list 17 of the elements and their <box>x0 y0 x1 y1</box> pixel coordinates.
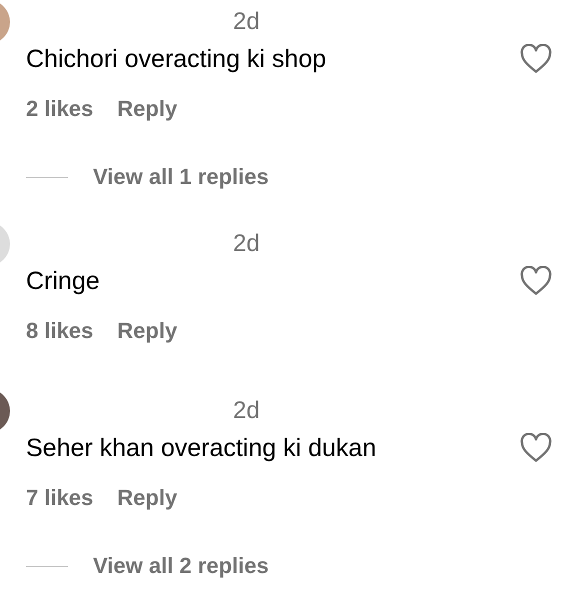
reply-link[interactable]: Reply <box>117 316 178 346</box>
comment-time: 2d <box>233 7 260 37</box>
comment-text: Cringe <box>26 266 100 296</box>
comment-text: Seher khan overacting ki dukan <box>26 433 376 463</box>
likes-count: 2 likes <box>26 95 94 123</box>
heart-icon[interactable] <box>520 433 552 463</box>
heart-icon[interactable] <box>520 44 552 74</box>
heart-icon[interactable] <box>520 266 552 296</box>
view-replies-link[interactable]: View all 1 replies <box>93 162 269 192</box>
reply-link[interactable]: Reply <box>117 94 178 124</box>
comment-time: 2d <box>233 396 260 426</box>
view-replies-link[interactable]: View all 2 replies <box>93 551 269 581</box>
comment-time: 2d <box>233 229 260 259</box>
likes-count: 7 likes <box>26 484 94 512</box>
comment-text: Chichori overacting ki shop <box>26 44 326 74</box>
likes-count: 8 likes <box>26 317 94 345</box>
reply-link[interactable]: Reply <box>117 483 178 513</box>
